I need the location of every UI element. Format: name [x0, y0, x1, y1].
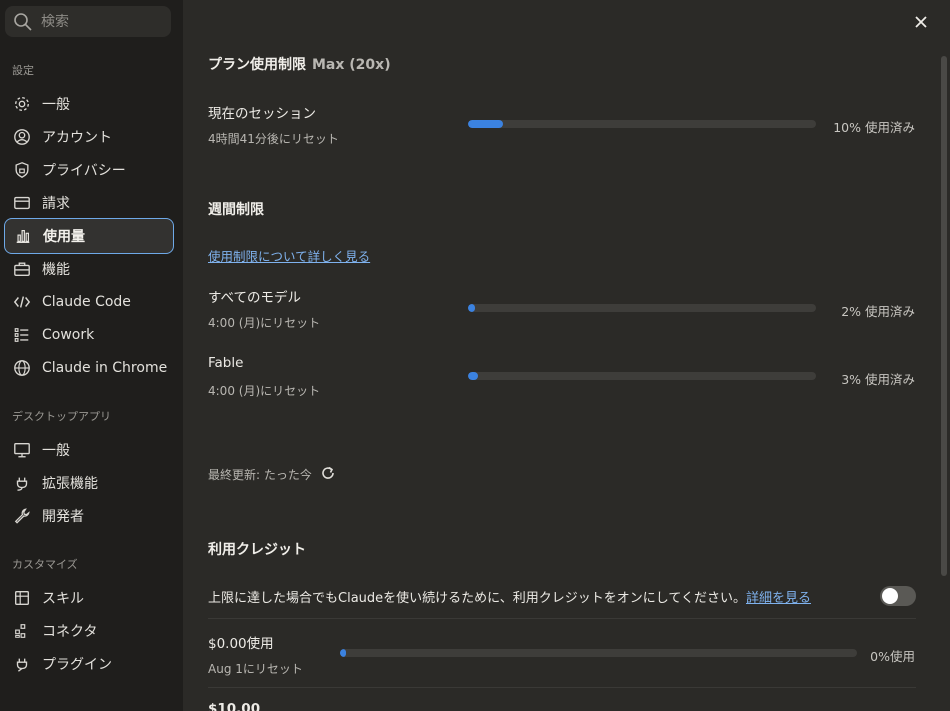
- sidebar-item-label: 機能: [42, 261, 70, 278]
- fable-percent: 3% 使用済み: [841, 372, 915, 387]
- sidebar-item-label: プライバシー: [42, 162, 126, 179]
- fable-progress-fill: [468, 372, 479, 380]
- plugin-icon: [12, 654, 32, 674]
- sidebar-item-features[interactable]: 機能: [4, 252, 174, 285]
- credits-used-title: $0.00使用: [208, 636, 274, 652]
- credits-heading: 利用クレジット: [208, 542, 306, 558]
- session-progress-fill: [468, 120, 503, 128]
- credits-limit-title: $10.00: [208, 701, 261, 711]
- all-models-title: すべてのモデル: [208, 290, 302, 306]
- last-updated: 最終更新: たった今: [208, 466, 312, 483]
- sidebar-item-label: 一般: [42, 96, 70, 113]
- sidebar-item-plugins[interactable]: プラグイン: [4, 647, 174, 680]
- credits-used-reset: Aug 1にリセット: [208, 662, 303, 676]
- section-label-desktop: デスクトップアプリ: [12, 410, 111, 423]
- sidebar-item-label: 開発者: [42, 508, 84, 525]
- sidebar-item-label: 拡張機能: [42, 475, 98, 492]
- connector-icon: [12, 621, 32, 641]
- plan-tier: Max (20x): [312, 57, 391, 73]
- wrench-icon: [12, 506, 32, 526]
- checklist-icon: [12, 325, 32, 345]
- sidebar-item-label: 一般: [42, 442, 70, 459]
- credits-progress-bar: [340, 649, 857, 657]
- credits-progress-fill: [340, 649, 346, 657]
- sidebar-item-privacy[interactable]: プライバシー: [4, 153, 174, 186]
- section-label-settings: 設定: [12, 64, 34, 77]
- code-icon: [12, 292, 32, 312]
- usage-panel: プラン使用制限 Max (20x) 現在のセッション 4時間41分後にリセット 1…: [183, 0, 950, 711]
- credits-details-link[interactable]: 詳細を見る: [746, 591, 811, 606]
- last-updated-text: 最終更新: たった今: [208, 468, 312, 482]
- credits-toggle[interactable]: [880, 586, 916, 606]
- sidebar-item-label: スキル: [42, 590, 84, 607]
- all-models-progress-fill: [468, 304, 475, 312]
- scrollbar[interactable]: [941, 56, 947, 576]
- refresh-icon: [322, 466, 334, 479]
- sidebar-item-label: Claude in Chrome: [42, 359, 168, 376]
- sidebar-item-label: Cowork: [42, 326, 95, 343]
- sidebar-item-connectors[interactable]: コネクタ: [4, 614, 174, 647]
- skill-icon: [12, 588, 32, 608]
- fable-progress-bar: [468, 372, 816, 380]
- divider: [208, 618, 916, 619]
- fable-title: Fable: [208, 355, 244, 371]
- settings-sidebar: 設定 一般 アカウント プライバシー 請求 使用量 機能 Claude Code…: [0, 0, 183, 711]
- sidebar-item-extensions[interactable]: 拡張機能: [4, 466, 174, 499]
- gear-icon: [12, 94, 32, 114]
- sidebar-item-label: 使用量: [43, 229, 85, 245]
- monitor-icon: [12, 440, 32, 460]
- search-icon: [14, 13, 32, 31]
- session-progress-bar: [468, 120, 816, 128]
- credits-description: 上限に達した場合でもClaudeを使い続けるために、利用クレジットをオンにしてく…: [208, 587, 811, 606]
- all-models-reset: 4:00 (月)にリセット: [208, 316, 321, 330]
- learn-more-link-wrap: 使用制限について詳しく見る: [208, 246, 370, 265]
- sidebar-item-label: アカウント: [42, 129, 112, 146]
- all-models-progress-bar: [468, 304, 816, 312]
- credits-description-text: 上限に達した場合でもClaudeを使い続けるために、利用クレジットをオンにしてく…: [208, 591, 746, 606]
- toggle-knob: [882, 588, 898, 604]
- refresh-button[interactable]: [320, 465, 336, 481]
- sidebar-item-cowork[interactable]: Cowork: [4, 318, 174, 351]
- search-box[interactable]: [5, 6, 171, 37]
- sidebar-item-label: Claude Code: [42, 293, 131, 310]
- session-reset: 4時間41分後にリセット: [208, 132, 339, 146]
- sidebar-item-general[interactable]: 一般: [4, 87, 174, 120]
- sidebar-item-claude-in-chrome[interactable]: Claude in Chrome: [4, 351, 174, 384]
- user-circle-icon: [12, 127, 32, 147]
- sidebar-item-skills[interactable]: スキル: [4, 581, 174, 614]
- toolbox-icon: [12, 259, 32, 279]
- plug-icon: [12, 473, 32, 493]
- fable-reset: 4:00 (月)にリセット: [208, 384, 321, 398]
- learn-more-link[interactable]: 使用制限について詳しく見る: [208, 249, 370, 264]
- credit-card-icon: [12, 193, 32, 213]
- sidebar-item-developer[interactable]: 開発者: [4, 499, 174, 532]
- search-input[interactable]: [41, 10, 165, 34]
- divider: [208, 687, 916, 688]
- bar-chart-icon: [13, 226, 33, 246]
- sidebar-item-claude-code[interactable]: Claude Code: [4, 285, 174, 318]
- close-button[interactable]: [911, 12, 931, 32]
- shield-lock-icon: [12, 160, 32, 180]
- sidebar-item-label: コネクタ: [42, 623, 98, 640]
- section-label-customize: カスタマイズ: [12, 558, 78, 571]
- all-models-percent: 2% 使用済み: [841, 304, 915, 319]
- sidebar-item-usage[interactable]: 使用量: [4, 218, 174, 254]
- globe-icon: [12, 358, 32, 378]
- weekly-limit-heading: 週間制限: [208, 202, 264, 218]
- session-title: 現在のセッション: [208, 106, 316, 122]
- sidebar-item-account[interactable]: アカウント: [4, 120, 174, 153]
- close-icon: [915, 16, 927, 28]
- session-percent: 10% 使用済み: [833, 120, 915, 135]
- credits-percent: 0%使用: [870, 649, 915, 664]
- sidebar-item-label: プラグイン: [42, 656, 112, 673]
- sidebar-item-desktop-general[interactable]: 一般: [4, 433, 174, 466]
- sidebar-item-billing[interactable]: 請求: [4, 186, 174, 219]
- plan-usage-heading: プラン使用制限 Max (20x): [208, 57, 391, 73]
- sidebar-item-label: 請求: [42, 195, 70, 212]
